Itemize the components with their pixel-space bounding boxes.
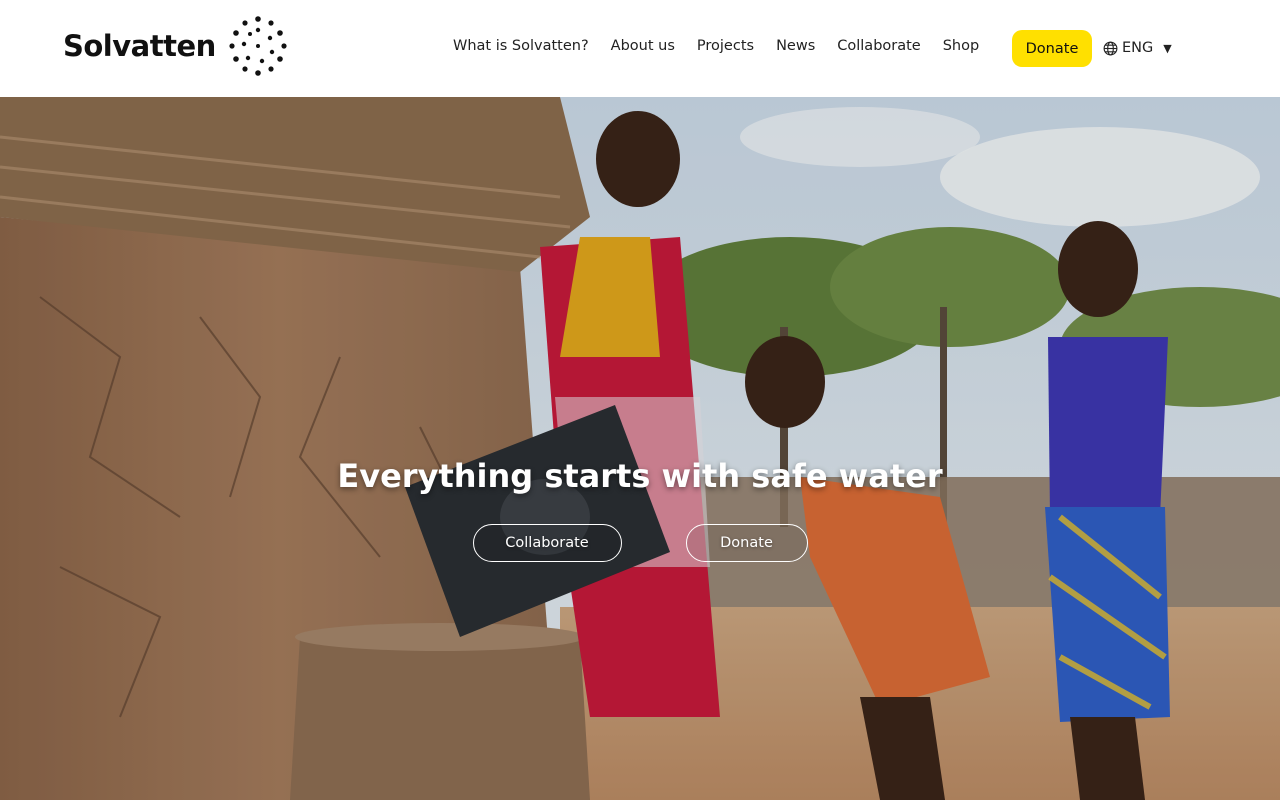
site-header: Solvatten What is Solvatten? About us Pr… [0, 0, 1280, 97]
nav-projects[interactable]: Projects [697, 38, 754, 54]
hero-donate-button[interactable]: Donate [685, 524, 808, 562]
language-label: ENG [1122, 40, 1154, 56]
hero-actions: Collaborate Donate [0, 524, 1280, 562]
main-navigation: What is Solvatten? About us Projects New… [453, 38, 1001, 54]
solvatten-logo[interactable]: Solvatten [63, 16, 288, 76]
hero-collaborate-button[interactable]: Collaborate [472, 524, 622, 562]
language-selector[interactable]: ENG ▼ [1103, 40, 1172, 56]
nav-about-us[interactable]: About us [611, 38, 675, 54]
sun-dots-logo-icon [229, 16, 287, 76]
globe-icon [1103, 41, 1118, 55]
hero-title: Everything starts with safe water [337, 457, 943, 495]
caret-down-icon: ▼ [1163, 41, 1172, 55]
nav-collaborate[interactable]: Collaborate [837, 38, 920, 54]
hero-photo [0, 97, 1280, 800]
nav-shop[interactable]: Shop [943, 38, 979, 54]
logo-wordmark: Solvatten [63, 29, 216, 63]
hero-section: Everything starts with safe water Collab… [0, 97, 1280, 800]
header-donate-button[interactable]: Donate [1012, 30, 1092, 67]
nav-news[interactable]: News [776, 38, 815, 54]
nav-what-is-solvatten[interactable]: What is Solvatten? [453, 38, 589, 54]
